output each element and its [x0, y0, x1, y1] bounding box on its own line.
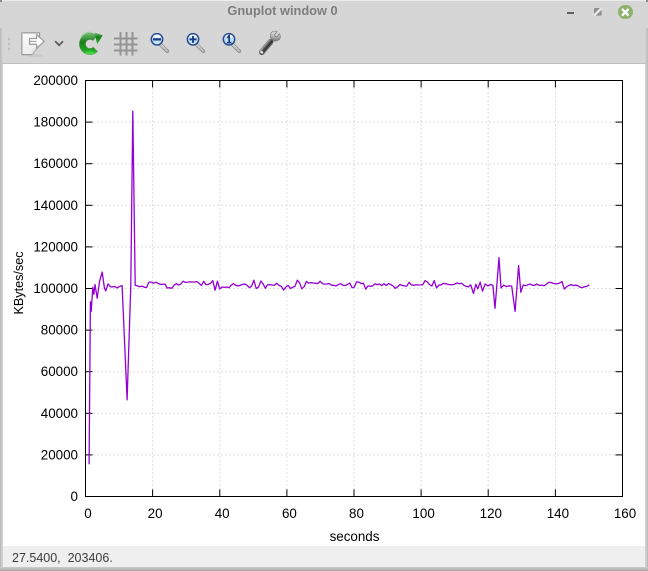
svg-text:60000: 60000 — [41, 364, 78, 379]
svg-text:40: 40 — [215, 506, 230, 521]
svg-text:0: 0 — [84, 506, 91, 521]
svg-text:160000: 160000 — [33, 156, 78, 171]
svg-text:KBytes/sec: KBytes/sec — [12, 252, 26, 315]
svg-text:40000: 40000 — [41, 406, 78, 421]
svg-text:80000: 80000 — [41, 323, 78, 338]
svg-text:20: 20 — [148, 506, 163, 521]
svg-text:60: 60 — [282, 506, 297, 521]
svg-text:180000: 180000 — [33, 115, 78, 130]
svg-text:20000: 20000 — [41, 447, 78, 462]
svg-text:140: 140 — [547, 506, 569, 521]
svg-text:0: 0 — [71, 489, 78, 504]
svg-text:100000: 100000 — [33, 281, 78, 296]
svg-text:100: 100 — [412, 506, 434, 521]
svg-text:seconds: seconds — [330, 529, 380, 544]
svg-text:80: 80 — [349, 506, 364, 521]
svg-text:120: 120 — [480, 506, 502, 521]
svg-text:160: 160 — [614, 506, 636, 521]
svg-text:140000: 140000 — [33, 198, 78, 213]
svg-text:120000: 120000 — [33, 239, 78, 254]
svg-text:200000: 200000 — [33, 73, 78, 88]
